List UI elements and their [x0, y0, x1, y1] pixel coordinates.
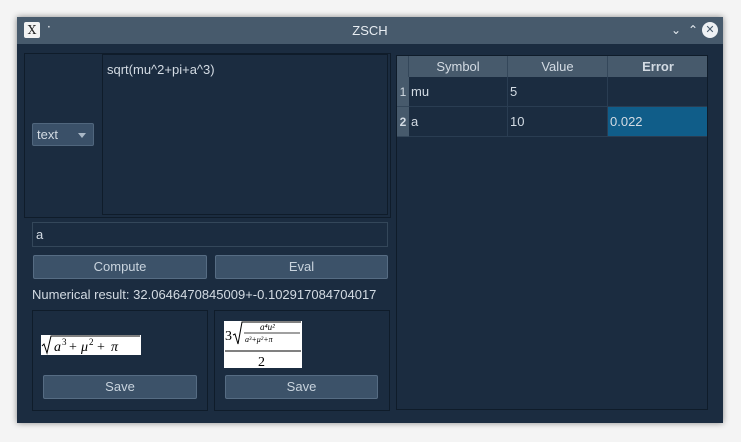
- expression-formula-image: a 3 + μ 2 + π: [41, 335, 141, 355]
- window-title: ZSCH: [352, 23, 388, 38]
- table-cell-error[interactable]: [608, 77, 707, 107]
- maximize-icon[interactable]: ⌃: [685, 22, 701, 38]
- column-header-error[interactable]: Error: [608, 56, 707, 77]
- symbol-table[interactable]: Symbol Value Error 1 mu 5 2 a 10 0.022: [396, 55, 708, 410]
- numerical-result: Numerical result: 32.0646470845009+-0.10…: [32, 287, 377, 302]
- column-header-value[interactable]: Value: [508, 56, 608, 77]
- svg-text:μ: μ: [80, 340, 88, 355]
- table-cell-symbol[interactable]: a: [409, 107, 508, 137]
- chevron-down-icon: [78, 133, 86, 138]
- expression-editor[interactable]: sqrt(mu^2+pi+a^3): [102, 54, 388, 215]
- svg-text:+: +: [69, 340, 77, 355]
- table-cell-symbol[interactable]: mu: [409, 77, 508, 107]
- save-expression-button[interactable]: Save: [43, 375, 197, 399]
- svg-text:2: 2: [258, 355, 265, 368]
- compute-button[interactable]: Compute: [33, 255, 207, 279]
- svg-text:a³+μ²+π: a³+μ²+π: [245, 335, 274, 344]
- table-corner: [397, 56, 409, 77]
- derivative-formula-image: 3 a⁴u² a³+μ²+π 2: [224, 321, 302, 370]
- row-header-1[interactable]: 1: [397, 77, 409, 107]
- error-formula: 3 a⁴u² a³+μ²+π 2: [225, 321, 301, 370]
- close-icon[interactable]: ✕: [702, 22, 718, 38]
- svg-text:+: +: [97, 340, 105, 355]
- row-header-2[interactable]: 2: [397, 107, 409, 137]
- input-mode-value: text: [37, 127, 58, 142]
- svg-text:2: 2: [89, 337, 94, 347]
- column-header-symbol[interactable]: Symbol: [409, 56, 508, 77]
- minimize-icon[interactable]: ⌄: [668, 22, 684, 38]
- svg-text:3: 3: [62, 337, 67, 347]
- input-mode-select[interactable]: text: [32, 123, 94, 146]
- eval-button[interactable]: Eval: [215, 255, 388, 279]
- table-cell-value[interactable]: 10: [508, 107, 608, 137]
- table-cell-error-selected[interactable]: 0.022: [608, 107, 707, 137]
- variable-input[interactable]: a: [32, 222, 388, 247]
- svg-text:a⁴u²: a⁴u²: [260, 322, 275, 332]
- svg-text:3: 3: [225, 329, 232, 344]
- table-cell-value[interactable]: 5: [508, 77, 608, 107]
- sqrt-formula: a 3 + μ 2 + π: [41, 335, 140, 355]
- save-derivative-button[interactable]: Save: [225, 375, 378, 399]
- svg-text:π: π: [111, 340, 119, 355]
- app-window: X · ZSCH ⌄ ⌃ ✕ text sqrt(mu^2+pi+a^3) a …: [17, 17, 723, 423]
- title-bar[interactable]: X · ZSCH ⌄ ⌃ ✕: [17, 17, 723, 44]
- svg-text:a: a: [54, 340, 61, 355]
